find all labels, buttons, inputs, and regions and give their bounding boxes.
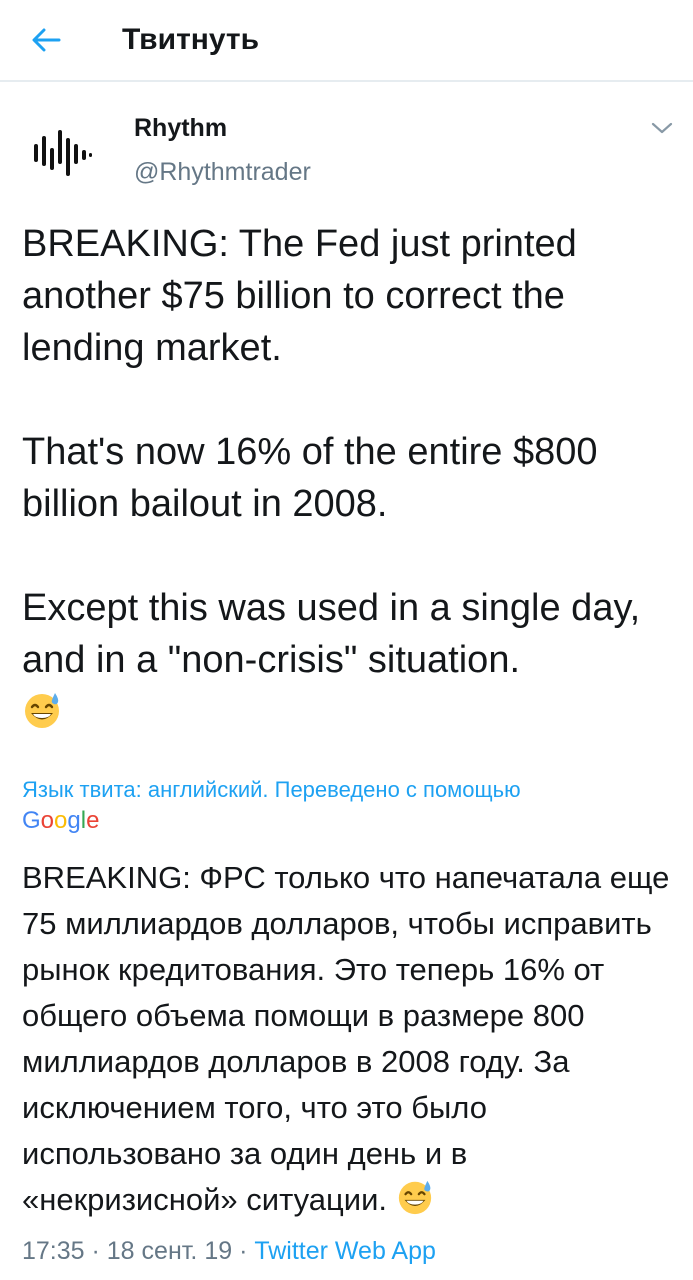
top-app-bar: Твитнуть [0, 0, 693, 82]
meta-separator: · [232, 1237, 255, 1265]
arrow-left-icon [32, 28, 61, 52]
page-title: Твитнуть [122, 23, 260, 56]
tweet-meta: 17:35 · 18 сент. 19 · Twitter Web App [22, 1233, 436, 1269]
tweet-time: 17:35 [22, 1237, 85, 1265]
chevron-down-icon[interactable] [648, 118, 676, 138]
meta-separator: · [84, 1237, 107, 1265]
tweet-body: BREAKING: The Fed just printed another $… [22, 218, 677, 738]
tweet-source-link[interactable]: Twitter Web App [254, 1237, 436, 1265]
sweat-smile-emoji-icon [398, 1180, 431, 1215]
avatar[interactable] [28, 118, 98, 188]
author-name[interactable]: Rhythm [134, 112, 227, 144]
tweet-paragraph: That's now 16% of the entire $800 billio… [22, 431, 598, 525]
tweet-paragraph: BREAKING: The Fed just printed another $… [22, 223, 577, 369]
sweat-smile-emoji-icon [25, 693, 59, 728]
translation-note[interactable]: Язык твита: английский. Переведено с пом… [22, 775, 672, 805]
tweet-paragraph: Except this was used in a single day, an… [22, 587, 641, 681]
back-button[interactable] [22, 16, 70, 64]
author-handle[interactable]: @Rhythmtrader [134, 156, 311, 188]
google-logo: Google [22, 807, 100, 834]
translated-body: BREAKING: ФРС только что напечатала еще … [22, 860, 670, 1217]
tweet-date: 18 сент. 19 [106, 1237, 233, 1265]
translated-text: BREAKING: ФРС только что напечатала еще … [22, 855, 677, 1223]
